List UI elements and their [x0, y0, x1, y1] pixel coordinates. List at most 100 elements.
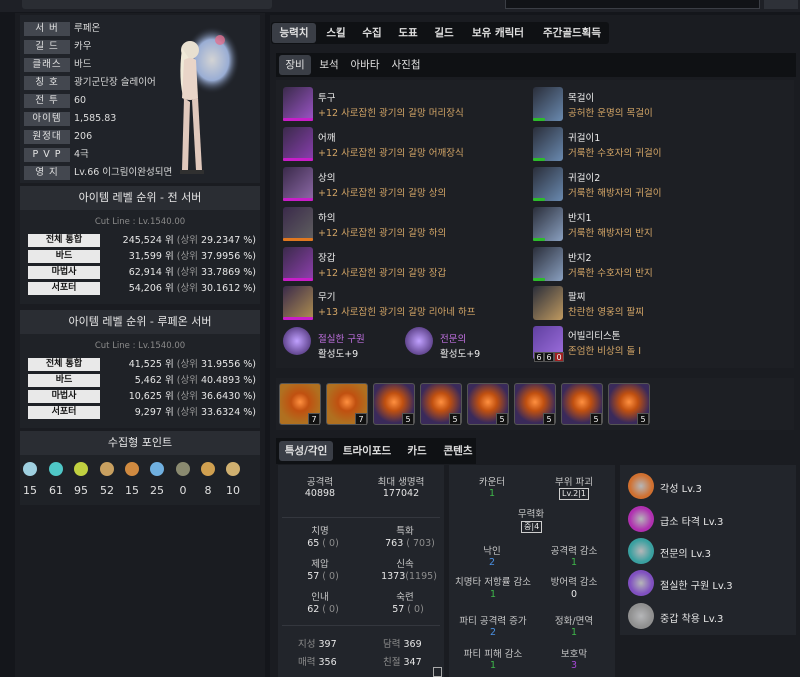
equip-name: 어깨 [318, 133, 336, 144]
equip-5-icon[interactable] [283, 286, 313, 320]
header-strip [22, 0, 272, 9]
gem-level-badge: 5 [449, 413, 461, 425]
collection-value: 15 [23, 484, 37, 497]
copy-icon[interactable] [433, 667, 442, 677]
quality-bar [533, 238, 545, 241]
rank-value: 245,524 위 (상위 29.2347 %) [106, 234, 256, 247]
equip-desc: +12 사로잡힌 광기의 갈망 머리장식 [318, 108, 464, 119]
accessory-desc: 거룩한 해방자의 반지 [568, 228, 653, 239]
engraving-icon[interactable] [628, 506, 654, 532]
equip-desc: +12 사로잡힌 광기의 갈망 상의 [318, 188, 447, 199]
accessory-name: 반지2 [568, 253, 592, 264]
rank-value: 41,525 위 (상위 31.9556 %) [106, 358, 256, 371]
accessory-3-icon[interactable] [533, 207, 563, 241]
accessory-0-icon[interactable] [533, 87, 563, 121]
spec-value: 763 ( 703) [385, 538, 435, 549]
atk-label: 공격력 [306, 477, 334, 488]
profile-label: 클래스 [24, 58, 70, 72]
swift-number: 1373 [381, 571, 406, 582]
rank-label: 서포터 [28, 406, 100, 419]
purify-label: 정화/면역 [554, 616, 594, 627]
rank-pct: 31.9556 %) [200, 359, 256, 370]
subtab-avatar[interactable]: 아바타 [347, 55, 383, 75]
ignea-icon [201, 462, 215, 476]
accessory-name: 목걸이 [568, 93, 595, 104]
tab-contents[interactable]: 콘텐츠 [438, 441, 478, 461]
spec-bonus: 703 [413, 538, 432, 549]
atkdown-value: 1 [570, 557, 578, 568]
special-value: 활성도+9 [440, 349, 481, 360]
accessory-1-icon[interactable] [533, 127, 563, 161]
crit-label: 치명 [311, 526, 329, 537]
cutline-text: Cut Line : Lv.1540.00 [94, 217, 186, 227]
spec-label: 특화 [396, 526, 414, 537]
hp-value: 177042 [382, 488, 420, 499]
defdown-value: 0 [570, 589, 578, 600]
engraving-icon[interactable] [628, 538, 654, 564]
divider [282, 517, 440, 518]
tab-engravings[interactable]: 특성/각인 [279, 441, 333, 461]
equip-4-icon[interactable] [283, 247, 313, 281]
search-button[interactable] [764, 0, 798, 9]
profile-value: 카우 [74, 41, 92, 52]
tab-tripod[interactable]: 트라이포드 [338, 441, 396, 461]
equip-name: 무기 [318, 292, 336, 303]
rank-number: 245,524 위 [122, 235, 174, 246]
special-0-icon[interactable] [283, 327, 311, 355]
rank-sub: (상위 [176, 359, 198, 370]
engraving-name: 중갑 착용 Lv.3 [660, 614, 724, 625]
rank-sub: (상위 [176, 375, 198, 386]
profile-label: 영 지 [24, 166, 70, 180]
orpheus-icon [226, 462, 240, 476]
search-input[interactable] [505, 0, 760, 9]
int-label: 지성 [298, 639, 316, 650]
tab-guild[interactable]: 길드 [428, 23, 460, 43]
special-name: 전문의 [440, 334, 467, 345]
stone-desc: 존엄한 비상의 돌 I [568, 346, 642, 357]
subtab-album[interactable]: 사진첩 [386, 55, 426, 75]
bold-label: 담력 [383, 639, 401, 650]
stone-count-badge: 6 [544, 352, 554, 362]
crit-value: 65 ( 0) [307, 538, 339, 549]
special-1-icon[interactable] [405, 327, 433, 355]
collection-title: 수집형 포인트 [20, 431, 260, 455]
collection-value: 52 [100, 484, 114, 497]
tab-weekly-gold[interactable]: 주간골드획득 [536, 23, 608, 43]
tab-collection[interactable]: 수집 [356, 23, 388, 43]
rank-value: 10,625 위 (상위 36.6430 %) [106, 390, 256, 403]
rank-sub: (상위 [176, 283, 198, 294]
tab-skills[interactable]: 스킬 [320, 23, 352, 43]
part-label: 부위 파괴 [555, 477, 593, 488]
rank-row: 마법사 62,914 위 (상위 33.7869 %) [28, 266, 256, 280]
critres-value: 1 [489, 589, 497, 600]
rank-pct: 30.1612 %) [200, 283, 256, 294]
voyage-icon [125, 462, 139, 476]
accessory-2-icon[interactable] [533, 167, 563, 201]
rank-row: 전체 통합 41,525 위 (상위 31.9556 %) [28, 358, 256, 372]
subtab-equipment[interactable]: 장비 [279, 55, 311, 75]
swift-label: 신속 [396, 559, 414, 570]
collection-value: 10 [226, 484, 240, 497]
accessory-5-icon[interactable] [533, 286, 563, 320]
engraving-icon[interactable] [628, 603, 654, 629]
equip-3-icon[interactable] [283, 207, 313, 241]
subtab-gems[interactable]: 보석 [314, 55, 344, 75]
kind-label: 친절 [383, 657, 401, 668]
end-label: 인내 [311, 592, 329, 603]
tab-stats[interactable]: 능력치 [272, 23, 316, 43]
equip-0-icon[interactable] [283, 87, 313, 121]
equip-1-icon[interactable] [283, 127, 313, 161]
engraving-name: 각성 Lv.3 [660, 484, 702, 495]
tab-characters[interactable]: 보유 캐릭터 [464, 23, 532, 43]
engraving-icon[interactable] [628, 473, 654, 499]
tab-chart[interactable]: 도표 [392, 23, 424, 43]
rank-value: 31,599 위 (상위 37.9956 %) [106, 250, 256, 263]
gem-level-badge: 5 [402, 413, 414, 425]
accessory-desc: 거룩한 해방자의 귀걸이 [568, 188, 662, 199]
equip-2-icon[interactable] [283, 167, 313, 201]
divider [282, 625, 440, 626]
tab-cards[interactable]: 카드 [402, 441, 432, 461]
end-value: 62 ( 0) [307, 604, 339, 615]
engraving-icon[interactable] [628, 570, 654, 596]
accessory-4-icon[interactable] [533, 247, 563, 281]
